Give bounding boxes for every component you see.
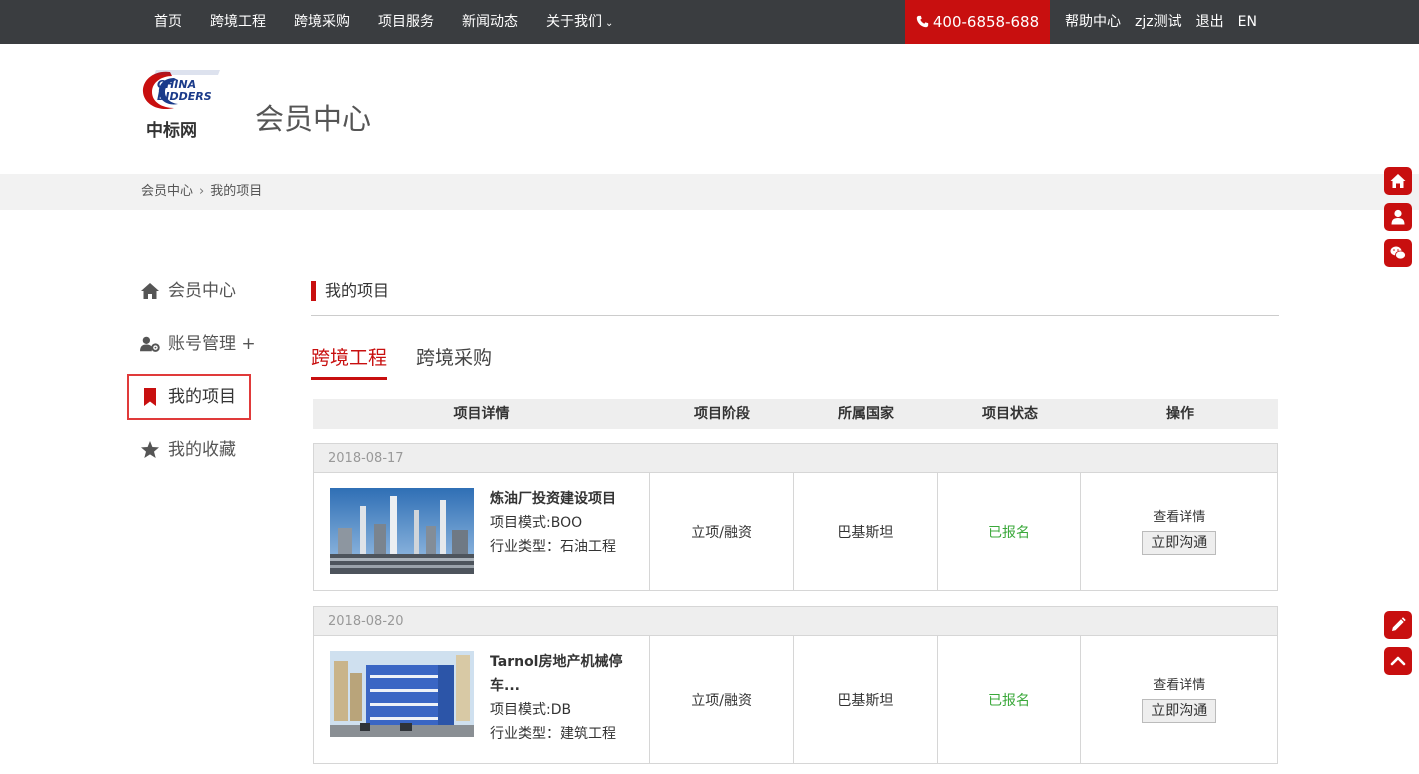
nav-project-services[interactable]: 项目服务	[364, 0, 448, 44]
sidebar-item-label: 会员中心	[168, 281, 236, 301]
section-title: 我的项目	[311, 281, 389, 301]
language-en-link[interactable]: EN	[1231, 0, 1264, 44]
project-date: 2018-08-20	[314, 607, 1277, 636]
column-header-project-details: 项目详情	[453, 406, 510, 422]
contact-now-button[interactable]: 立即沟通	[1142, 698, 1217, 723]
project-actions: 查看详情 立即沟通	[1081, 636, 1277, 763]
breadcrumb: 会员中心 › 我的项目	[141, 174, 262, 210]
top-right-links: 帮助中心 zjz测试 退出 EN	[1058, 0, 1264, 44]
sidebar-item-label: 我的项目	[168, 387, 236, 407]
breadcrumb-current: 我的项目	[210, 184, 263, 199]
project-mode: 项目模式:BOO	[490, 515, 583, 531]
nav-cross-border-engineering[interactable]: 跨境工程	[196, 0, 280, 44]
sidebar-menu: 会员中心 账号管理 + 我的项目 我的收藏	[127, 268, 257, 480]
tab-cross-border-engineering[interactable]: 跨境工程	[311, 344, 388, 380]
nav-news[interactable]: 新闻动态	[448, 0, 532, 44]
home-icon	[141, 283, 159, 299]
main-nav: 首页 跨境工程 跨境采购 项目服务 新闻动态 关于我们 ⌄	[140, 0, 627, 44]
sidebar-item-label: 我的收藏	[168, 440, 236, 460]
star-icon	[141, 441, 159, 458]
project-industry: 行业类型：建筑工程	[490, 726, 616, 742]
project-name[interactable]: Tarnol房地产机械停车...	[490, 650, 640, 698]
project-details-cell: 炼油厂投资建设项目 项目模式:BOO 行业类型：石油工程	[314, 473, 651, 590]
nav-home[interactable]: 首页	[140, 0, 196, 44]
project-stage: 立项/融资	[650, 636, 794, 763]
phone-icon	[916, 15, 929, 28]
phone-number: 400-6858-688	[932, 13, 1040, 31]
column-header-country: 所属国家	[838, 406, 894, 422]
column-header-stage: 项目阶段	[694, 406, 750, 422]
sidebar-item-my-favorites[interactable]: 我的收藏	[127, 427, 257, 473]
float-wechat-button[interactable]	[1384, 239, 1412, 267]
project-stage: 立项/融资	[650, 473, 794, 590]
sidebar-item-label: 账号管理 +	[168, 334, 256, 354]
sidebar-item-my-projects[interactable]: 我的项目	[127, 374, 251, 420]
user-icon	[1391, 209, 1405, 225]
logout-link[interactable]: 退出	[1189, 0, 1231, 44]
chevron-down-icon: ⌄	[605, 18, 614, 29]
project-name[interactable]: 炼油厂投资建设项目	[490, 487, 640, 511]
status-badge: 已报名	[938, 473, 1082, 590]
pencil-icon	[1392, 617, 1406, 631]
breadcrumb-separator: ›	[199, 184, 205, 199]
contact-now-button[interactable]: 立即沟通	[1142, 530, 1217, 555]
project-mode: 项目模式:DB	[490, 702, 572, 718]
sidebar-item-account-management[interactable]: 账号管理 +	[127, 321, 257, 367]
project-actions: 查看详情 立即沟通	[1081, 473, 1277, 590]
view-details-link[interactable]: 查看详情	[1153, 509, 1205, 527]
project-thumbnail[interactable]	[330, 488, 474, 574]
project-date: 2018-08-17	[314, 444, 1277, 473]
project-industry: 行业类型：石油工程	[490, 539, 616, 555]
float-edit-button[interactable]	[1384, 611, 1412, 639]
logo-text-bidders: BIDDERS	[157, 90, 212, 103]
view-details-link[interactable]: 查看详情	[1153, 677, 1205, 695]
float-user-button[interactable]	[1384, 203, 1412, 231]
project-thumbnail[interactable]	[330, 651, 474, 737]
project-info: Tarnol房地产机械停车... 项目模式:DB 行业类型：建筑工程	[490, 650, 640, 746]
username-link[interactable]: zjz测试	[1128, 0, 1189, 44]
wechat-icon	[1390, 246, 1406, 260]
nav-about-us[interactable]: 关于我们 ⌄	[532, 0, 627, 44]
project-country: 巴基斯坦	[794, 636, 938, 763]
tab-cross-border-procurement[interactable]: 跨境采购	[416, 344, 492, 380]
breadcrumb-bar: 会员中心 › 我的项目	[0, 174, 1419, 210]
nav-about-us-label: 关于我们	[546, 14, 602, 30]
logo-text-cn: 中标网	[146, 121, 197, 141]
float-home-button[interactable]	[1384, 167, 1412, 195]
table-header: 项目详情 项目阶段 所属国家 项目状态 操作	[313, 399, 1278, 429]
nav-cross-border-procurement[interactable]: 跨境采购	[280, 0, 364, 44]
table-row: 2018-08-17 炼油厂投资建设项目 项目模式:BOO 行业类型：石油工程 …	[313, 443, 1278, 591]
status-badge: 已报名	[938, 636, 1082, 763]
project-info: 炼油厂投资建设项目 项目模式:BOO 行业类型：石油工程	[490, 487, 640, 559]
home-icon	[1390, 174, 1406, 188]
project-country: 巴基斯坦	[794, 473, 938, 590]
section-divider	[311, 315, 1279, 316]
site-logo[interactable]: CHINA BIDDERS 中标网	[140, 68, 224, 141]
project-details-cell: Tarnol房地产机械停车... 项目模式:DB 行业类型：建筑工程	[314, 636, 651, 763]
user-gear-icon	[140, 336, 160, 352]
page-title: 会员中心	[255, 102, 372, 136]
top-nav-bar: 首页 跨境工程 跨境采购 项目服务 新闻动态 关于我们 ⌄ 400-6858-68…	[0, 0, 1419, 44]
phone-hotline[interactable]: 400-6858-688	[905, 0, 1050, 44]
sidebar-item-member-center[interactable]: 会员中心	[127, 268, 257, 314]
project-tabs: 跨境工程 跨境采购	[311, 344, 521, 380]
help-center-link[interactable]: 帮助中心	[1058, 0, 1128, 44]
float-back-to-top-button[interactable]	[1384, 647, 1412, 675]
table-row: 2018-08-20 Tarnol房地产机械停车... 项目模式:DB 行业类型…	[313, 606, 1278, 764]
chevron-up-icon	[1390, 656, 1406, 666]
breadcrumb-home[interactable]: 会员中心	[141, 184, 193, 199]
column-header-actions: 操作	[1166, 406, 1194, 422]
bookmark-icon	[144, 388, 156, 406]
column-header-status: 项目状态	[982, 406, 1038, 422]
